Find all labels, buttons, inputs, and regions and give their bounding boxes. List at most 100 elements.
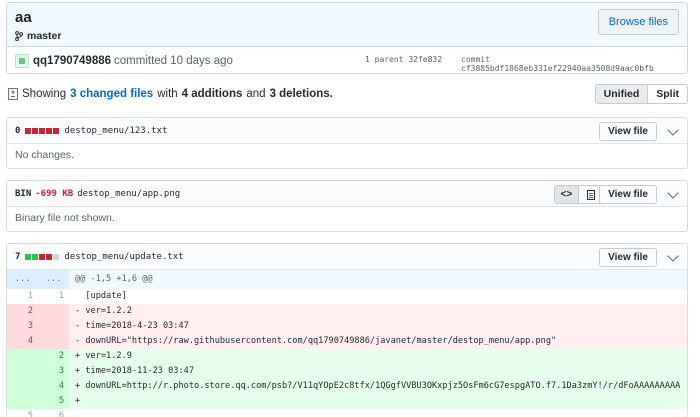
- render-toggle: <>: [554, 185, 604, 204]
- view-file-button[interactable]: View file: [599, 248, 657, 267]
- diff-line-add: 5 +: [7, 394, 687, 409]
- old-line-number[interactable]: 1: [7, 289, 38, 304]
- diff-stat-count: 0: [15, 125, 21, 136]
- deletions-count: 3 deletions.: [269, 88, 333, 100]
- old-line-number[interactable]: 4: [7, 334, 38, 349]
- diff-stat-bin: BIN: [15, 188, 32, 199]
- branch-indicator: master: [15, 30, 61, 42]
- stat-block: [53, 253, 60, 260]
- file-body-text: No changes.: [15, 149, 74, 161]
- and-label: and: [246, 88, 266, 100]
- diff-view-toggle: Unified Split: [594, 84, 688, 104]
- code-line: + downURL=http://r.photo.store.qq.com/ps…: [69, 379, 687, 394]
- stat-block: [25, 127, 32, 134]
- code-line: + ver=1.2.9: [69, 349, 687, 364]
- changed-files-link[interactable]: 3 changed files: [70, 88, 153, 100]
- expand-up-button[interactable]: ...: [7, 270, 38, 289]
- file-name[interactable]: destop_menu/app.png: [77, 189, 180, 199]
- file-body-text: Binary file not shown.: [15, 212, 115, 224]
- code-line: +: [69, 394, 687, 409]
- diff-line-del: 3 - time=2018-4-23 03:47: [7, 319, 687, 334]
- old-line-number[interactable]: 2: [7, 304, 38, 319]
- commit-sha: commit cf3885bdf1868eb331ef22940aa3508d9…: [461, 55, 654, 73]
- commit-time: committed 10 days ago: [114, 54, 233, 67]
- diff-stat-count: 7: [15, 251, 21, 262]
- view-file-button[interactable]: View file: [599, 185, 657, 204]
- new-line-number[interactable]: 5: [38, 394, 69, 409]
- branch-icon: [15, 31, 23, 41]
- old-line-number[interactable]: 3: [7, 319, 38, 334]
- stat-block: [39, 253, 46, 260]
- file-header: 7 destop_menu/update.txt View file: [7, 244, 687, 270]
- old-line-number[interactable]: 5: [7, 409, 38, 417]
- chevron-down-icon[interactable]: [667, 124, 679, 136]
- stat-block: [25, 253, 32, 260]
- new-line-number[interactable]: 3: [38, 364, 69, 379]
- commit-title: aa: [15, 9, 32, 26]
- file-header: BIN -699 KB destop_menu/app.png <> View …: [7, 181, 687, 207]
- file-diff-icon: [8, 88, 18, 100]
- stat-block: [32, 253, 39, 260]
- diff-stats: Showing 3 changed files with 4 additions…: [8, 88, 333, 100]
- with-label: with: [157, 88, 178, 100]
- commit-title-bar: aa master Browse files: [7, 3, 687, 47]
- chevron-down-icon[interactable]: [667, 250, 679, 262]
- hunk-header: ... ... @@ -1,5 +1,6 @@: [7, 270, 687, 289]
- new-line-number[interactable]: [38, 334, 69, 349]
- diff-line-del: 4 - downURL="https://raw.githubuserconten…: [7, 334, 687, 349]
- diff-stat-blocks: [25, 253, 60, 260]
- old-line-number[interactable]: [7, 394, 38, 409]
- code-line: - ver=1.2.2: [69, 304, 687, 319]
- hunk-text: @@ -1,5 +1,6 @@: [69, 270, 687, 289]
- stat-block: [32, 127, 39, 134]
- file-name[interactable]: destop_menu/123.txt: [64, 126, 167, 136]
- old-line-number[interactable]: [7, 364, 38, 379]
- view-file-button[interactable]: View file: [599, 122, 657, 141]
- new-line-number[interactable]: 2: [38, 349, 69, 364]
- chevron-down-icon[interactable]: [667, 187, 679, 199]
- code-line: [update]: [75, 291, 127, 301]
- new-line-number[interactable]: 6: [38, 409, 69, 417]
- diff-line-add: 3 + time=2018-11-23 03:47: [7, 364, 687, 379]
- diff-line-del: 2 - ver=1.2.2: [7, 304, 687, 319]
- additions-count: 4 additions: [181, 88, 243, 100]
- file-header: 0 destop_menu/123.txt View file: [7, 118, 687, 144]
- stat-block: [46, 127, 53, 134]
- diff-lines: 11 [update] 2- ver=1.2.2 3- time=2018-4-23…: [7, 289, 687, 417]
- stat-block: [39, 127, 46, 134]
- file-diff-app-png: BIN -699 KB destop_menu/app.png <> View …: [6, 180, 688, 232]
- new-line-number[interactable]: 1: [38, 289, 69, 304]
- commit-author[interactable]: qq1790749886: [33, 55, 111, 67]
- commit-meta: qq1790749886 committed 10 days ago 1 par…: [7, 47, 687, 73]
- new-line-number[interactable]: 4: [38, 379, 69, 394]
- diff-stat-size: -699 KB: [35, 188, 74, 199]
- diff-stat-blocks: [25, 127, 60, 134]
- code-line: - downURL="https://raw.githubusercontent…: [69, 334, 687, 349]
- stat-block: [53, 127, 60, 134]
- parent-sha[interactable]: 1 parent 32fe832: [365, 55, 442, 64]
- code-line: - time=2018-4-23 03:47: [69, 319, 687, 334]
- avatar[interactable]: [15, 53, 29, 68]
- commit-header: aa master Browse files qq1790749886 comm…: [6, 2, 688, 74]
- diff-line-add: 4 + downURL=http://r.photo.store.qq.com/p…: [7, 379, 687, 394]
- showing-label: Showing: [22, 88, 67, 100]
- old-line-number[interactable]: [7, 349, 38, 364]
- expand-down-button[interactable]: ...: [38, 270, 69, 289]
- new-line-number[interactable]: [38, 304, 69, 319]
- code-view-icon[interactable]: <>: [555, 186, 579, 203]
- diff-line-add: 2 + ver=1.2.9: [7, 349, 687, 364]
- old-line-number[interactable]: [7, 379, 38, 394]
- file-diff-update-txt: 7 destop_menu/update.txt View file ... .…: [6, 243, 688, 417]
- new-line-number[interactable]: [38, 319, 69, 334]
- code-line: + time=2018-11-23 03:47: [69, 364, 687, 379]
- diff-line-ctx: 11 [update]: [7, 289, 687, 304]
- browse-files-button[interactable]: Browse files: [597, 9, 679, 35]
- file-name[interactable]: destop_menu/update.txt: [64, 252, 183, 262]
- diff-table: ... ... @@ -1,5 +1,6 @@ 11 [update] 2- ve…: [7, 270, 687, 417]
- file-diff-123-txt: 0 destop_menu/123.txt View file No chang…: [6, 117, 688, 169]
- split-button[interactable]: Split: [648, 85, 687, 103]
- diff-line-ctx: 56: [7, 409, 687, 417]
- diff-summary: Showing 3 changed files with 4 additions…: [6, 82, 688, 106]
- unified-button[interactable]: Unified: [595, 85, 649, 103]
